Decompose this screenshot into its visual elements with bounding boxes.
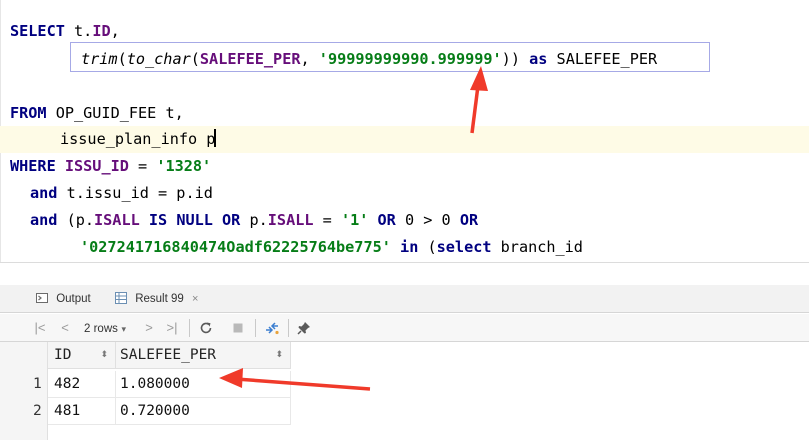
row-number[interactable]: 1 [0,371,48,398]
code-line-1[interactable]: SELECT t.ID, [0,18,809,45]
toolbar-separator [255,319,256,337]
code-token: p. [249,211,268,229]
code-token: ISSU_ID [64,157,129,175]
code-token: (p. [66,211,95,229]
tab-result[interactable]: Result 99 × [115,285,198,313]
code-token: IS NULL OR [148,211,250,229]
result-toolbar: |< < 2 rows ▾ > >| [0,314,809,342]
code-token: = [128,157,157,175]
code-line-4[interactable]: FROM OP_GUID_FEE t, [0,100,809,127]
code-token: = [313,211,341,229]
code-token: SALEFEE_PER [556,50,658,68]
services-tab-bar: Output Result 99 × [0,285,809,313]
code-token: and [30,184,67,202]
code-token: '99999999990.999999' [318,50,502,68]
code-token: to_char [126,50,191,68]
tab-result-label: Result 99 [135,293,184,305]
code-line-6[interactable]: WHERE ISSU_ID = '1328' [0,153,809,180]
code-token: )) [501,50,530,68]
tab-output[interactable]: Output [36,285,91,313]
code-token: , [300,50,319,68]
code-token: in [400,238,428,256]
rows-count-dropdown[interactable]: 2 rows ▾ [84,314,142,342]
output-icon [36,287,48,303]
code-token: '1' [340,211,369,229]
code-token: '1328' [156,157,212,175]
code-token: branch_id [500,238,583,256]
code-token: SELECT [10,22,75,40]
table-cell[interactable]: 481 [48,398,116,425]
code-line-3[interactable] [0,73,809,100]
stop-icon[interactable] [230,320,246,336]
code-token: and [30,211,67,229]
pin-icon[interactable] [296,320,312,336]
code-token: FROM [10,104,56,122]
code-token: ISALL [94,211,140,229]
code-line-2[interactable]: trim(to_char(SALEFEE_PER, '99999999990.9… [0,46,809,73]
first-page-icon[interactable]: |< [33,314,47,342]
last-page-icon[interactable]: >| [164,314,180,342]
column-header-label: SALEFEE_PER [120,347,217,363]
code-token: , [110,22,120,40]
sort-icon[interactable]: ⬍ [275,342,283,369]
chevron-down-icon: ▾ [121,324,127,334]
code-token: as [529,50,557,68]
code-token: OP_GUID_FEE t, [55,104,184,122]
code-token: OR [459,211,479,229]
code-line-7[interactable]: and t.issu_id = p.id [0,180,809,207]
refresh-icon[interactable] [198,320,214,336]
row-number[interactable]: 2 [0,398,48,425]
code-token: issue_plan_info p [60,130,216,148]
code-token: t. [74,22,93,40]
text-caret [214,129,217,147]
code-token: OR [377,211,405,229]
table-cell[interactable]: 1.080000 [116,371,291,398]
code-token: ID [92,22,111,40]
sql-editor[interactable]: SELECT t.ID, trim(to_char(SALEFEE_PER, '… [0,0,809,262]
compare-icon[interactable] [264,320,280,336]
toolbar-separator [189,319,190,337]
code-token: WHERE [10,157,65,175]
toolbar-separator [288,319,289,337]
previous-page-icon[interactable]: < [58,314,72,342]
code-token: ISALL [267,211,314,229]
close-tab-icon[interactable]: × [192,293,198,305]
splitter-gap[interactable] [0,263,809,285]
code-token: 0 > 0 [404,211,460,229]
code-line-5-current[interactable]: issue_plan_info p [0,126,809,153]
sort-icon[interactable]: ⬍ [100,342,108,369]
code-token: t.issu_id = p.id [66,184,213,202]
grid-icon [115,287,127,304]
table-cell[interactable]: 0.720000 [116,398,291,425]
next-page-icon[interactable]: > [142,314,156,342]
column-header-id[interactable]: ID ⬍ [48,342,116,369]
code-token: SALEFEE_PER [199,50,301,68]
code-line-8[interactable]: and (p.ISALL IS NULL OR p.ISALL = '1' OR… [0,207,809,234]
column-header-label: ID [54,347,72,363]
code-token: select [436,238,501,256]
code-token: '027241716840474Oadf62225764be775' [80,238,391,256]
table-cell[interactable]: 482 [48,371,116,398]
code-token: ( [117,50,127,68]
rows-count-label: 2 rows [84,323,118,335]
tab-output-label: Output [56,293,91,305]
code-token: ( [190,50,200,68]
result-grid[interactable]: ID ⬍ SALEFEE_PER ⬍ 1 482 1.080000 2 481 … [0,342,809,440]
code-line-9[interactable]: '027241716840474Oadf62225764be775' in (s… [0,234,809,261]
column-header-salefee-per[interactable]: SALEFEE_PER ⬍ [116,342,291,369]
code-token: ( [427,238,437,256]
code-token: trim [81,50,118,68]
